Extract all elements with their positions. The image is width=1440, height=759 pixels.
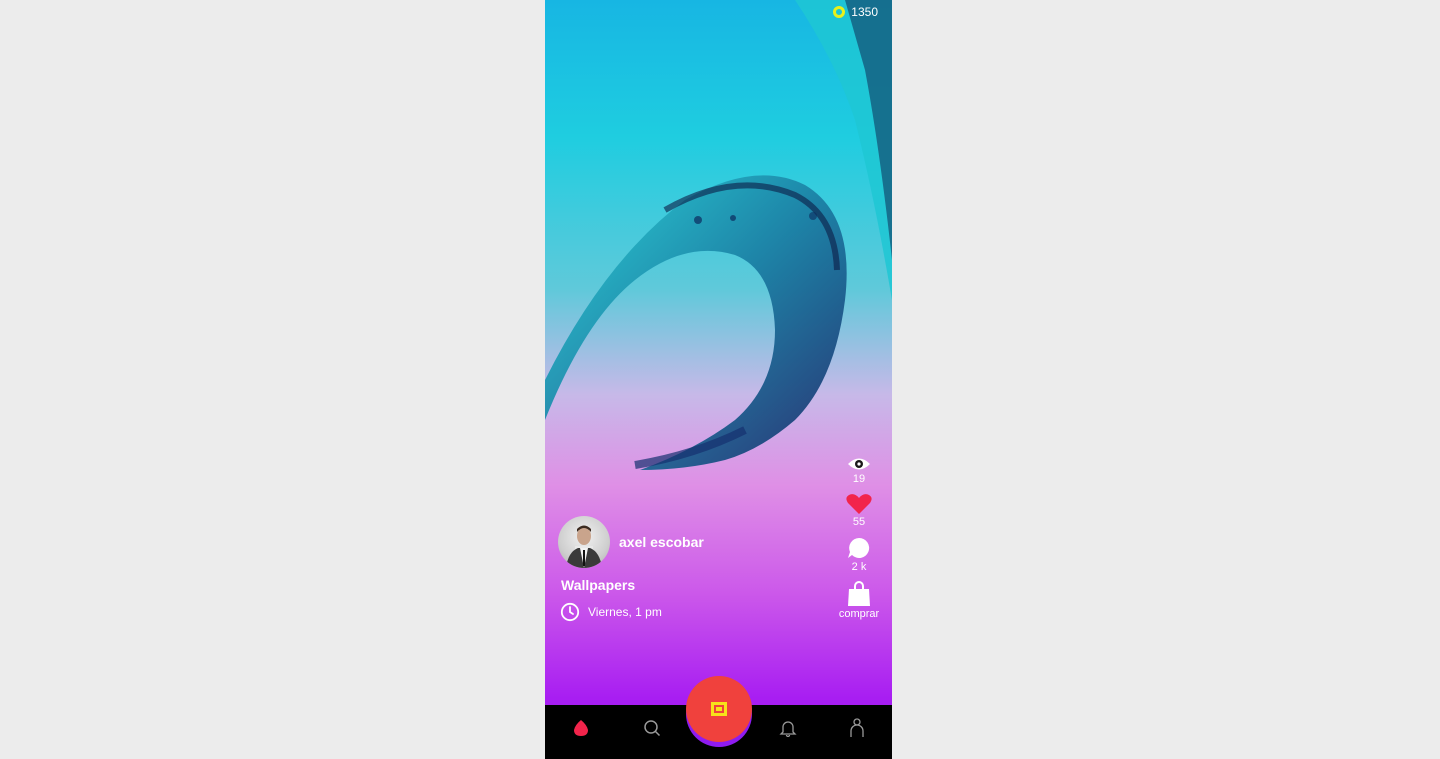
coin-count: 1350 — [851, 5, 878, 19]
schedule-text: Viernes, 1 pm — [588, 605, 662, 619]
buy-button[interactable]: comprar — [839, 581, 879, 620]
post-title: Wallpapers — [561, 577, 636, 593]
comments-stat[interactable]: 2 k — [847, 536, 871, 573]
buy-label: comprar — [838, 608, 880, 620]
shopping-bag-icon — [848, 581, 870, 606]
water-splash-image — [545, 0, 892, 470]
phone-screen: 1350 19 55 2 k comprar axel escobar Wall… — [545, 0, 892, 759]
home-icon — [574, 720, 588, 736]
comment-icon — [848, 537, 870, 558]
clock-icon — [560, 602, 580, 622]
author-info[interactable]: axel escobar — [558, 516, 704, 568]
person-icon — [566, 525, 602, 568]
heart-icon — [846, 494, 872, 514]
views-count: 19 — [852, 473, 866, 485]
comments-count: 2 k — [851, 561, 867, 573]
nav-notifications[interactable] — [775, 715, 801, 741]
views-stat[interactable]: 19 — [847, 456, 871, 485]
nav-home[interactable] — [568, 715, 594, 741]
coin-icon — [833, 6, 846, 18]
likes-count: 55 — [852, 516, 866, 528]
nav-profile[interactable] — [844, 715, 870, 741]
avatar[interactable] — [558, 516, 610, 568]
author-name[interactable]: axel escobar — [619, 534, 704, 550]
eye-icon — [848, 458, 870, 470]
post-stats: 19 55 2 k comprar — [837, 456, 881, 628]
create-post-button[interactable] — [686, 676, 752, 742]
likes-stat[interactable]: 55 — [846, 493, 872, 528]
create-icon — [711, 702, 727, 716]
profile-icon — [850, 718, 864, 737]
post-schedule: Viernes, 1 pm — [560, 602, 662, 622]
nav-search[interactable] — [639, 715, 665, 741]
search-icon — [644, 720, 661, 737]
coin-balance[interactable]: 1350 — [833, 5, 878, 19]
bell-icon — [779, 721, 797, 737]
